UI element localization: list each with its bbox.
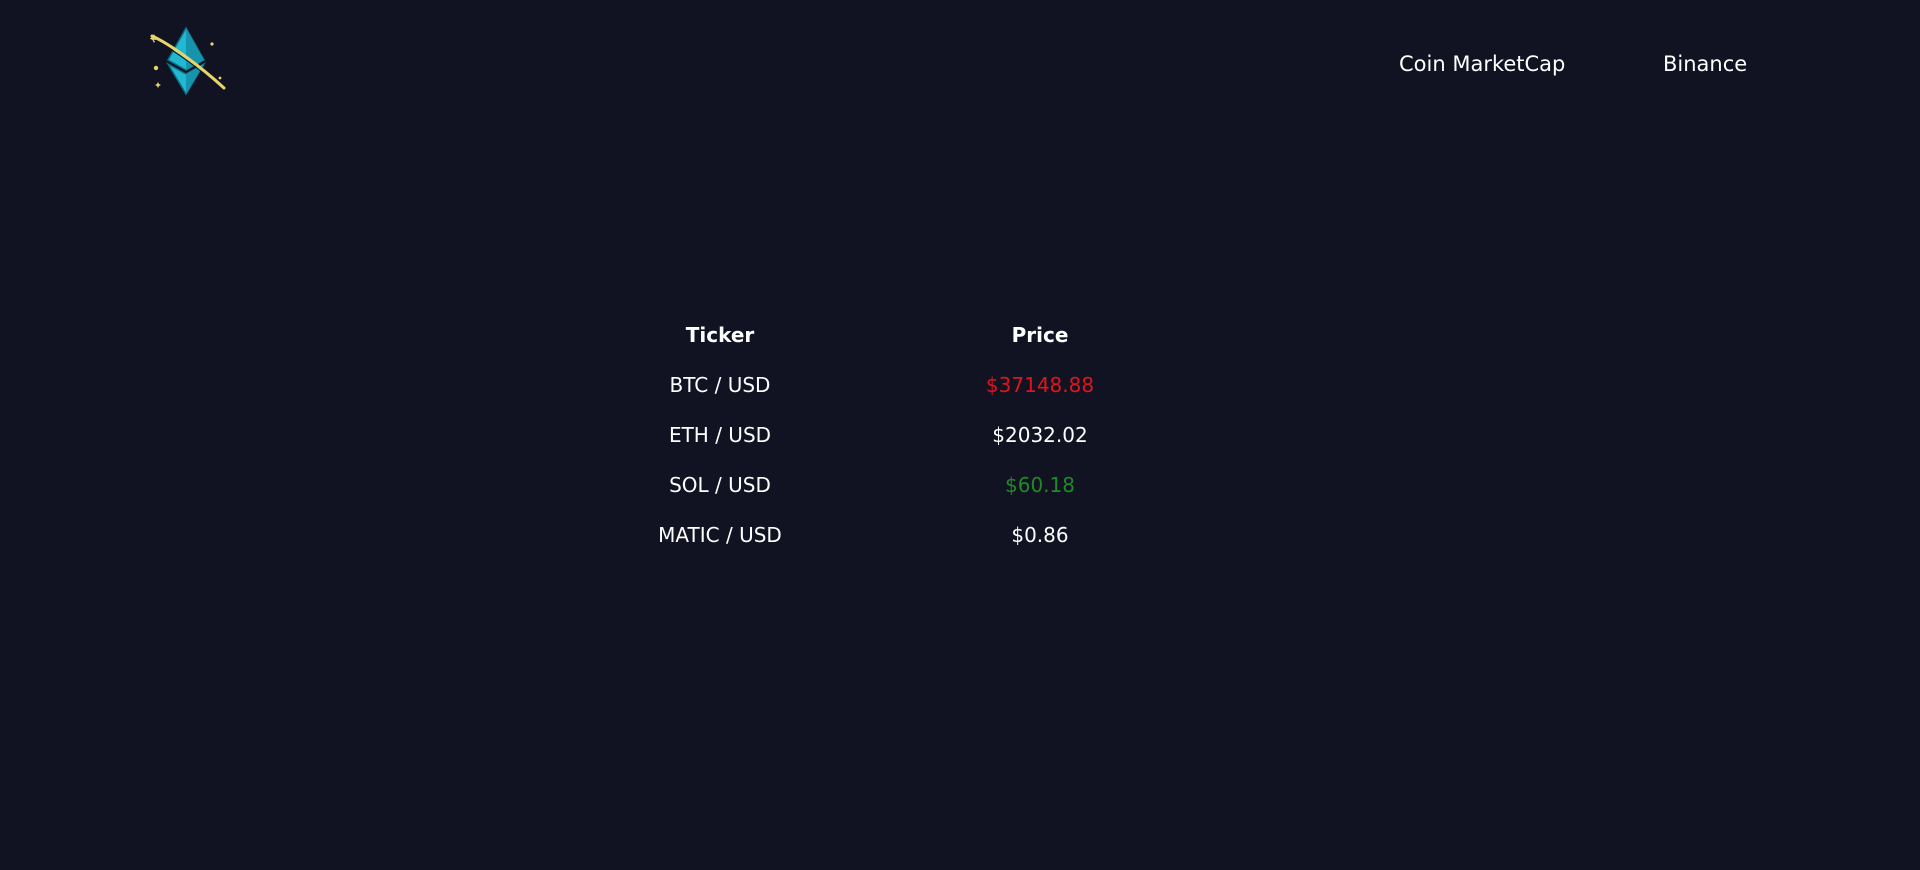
table-row: SOL / USD $60.18 bbox=[560, 460, 1200, 510]
table-header-row: Ticker Price bbox=[560, 310, 1200, 360]
top-nav: Coin MarketCap Binance bbox=[1380, 52, 1800, 84]
ticker-cell: BTC / USD bbox=[669, 373, 771, 397]
price-cell: $37148.88 bbox=[985, 373, 1095, 397]
ethereum-planet-icon[interactable] bbox=[149, 26, 228, 96]
table-row: BTC / USD $37148.88 bbox=[560, 360, 1200, 410]
ticker-cell: MATIC / USD bbox=[658, 523, 782, 547]
page: Coin MarketCap Binance Ticker Price BTC … bbox=[0, 0, 1920, 870]
price-header: Price bbox=[1011, 323, 1069, 347]
nav-link-coin-marketcap[interactable]: Coin MarketCap bbox=[1399, 52, 1565, 76]
ticker-cell: ETH / USD bbox=[668, 423, 772, 447]
price-cell: $2032.02 bbox=[992, 423, 1088, 447]
nav-link-binance[interactable]: Binance bbox=[1663, 52, 1747, 76]
price-cell: $60.18 bbox=[1005, 473, 1075, 497]
ticker-cell: SOL / USD bbox=[669, 473, 771, 497]
price-table: Ticker Price BTC / USD $37148.88 ETH / U… bbox=[560, 310, 1200, 560]
ticker-header: Ticker bbox=[685, 323, 755, 347]
price-rows: BTC / USD $37148.88 ETH / USD $2032.02 S… bbox=[560, 360, 1200, 560]
price-cell: $0.86 bbox=[1011, 523, 1069, 547]
table-row: MATIC / USD $0.86 bbox=[560, 510, 1200, 560]
logo-graphic bbox=[149, 26, 226, 96]
table-row: ETH / USD $2032.02 bbox=[560, 410, 1200, 460]
